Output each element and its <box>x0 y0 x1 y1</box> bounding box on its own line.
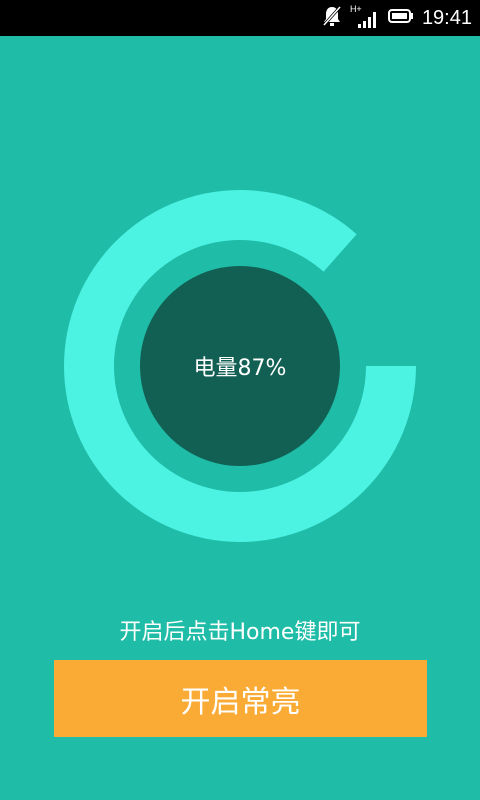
battery-icon <box>387 8 414 28</box>
hint-text: 开启后点击Home键即可 <box>119 620 361 645</box>
signal-icon: H+ <box>350 4 380 30</box>
battery-level-label: 电量87% <box>193 356 287 381</box>
enable-keep-awake-button[interactable]: 开启常亮 <box>54 660 427 737</box>
status-time: 19:41 <box>421 6 472 29</box>
notifications-muted-icon <box>322 5 342 31</box>
status-bar: H+ 19:41 <box>0 0 480 36</box>
status-icons: H+ 19:41 <box>322 0 472 36</box>
battery-gauge: 电量87% <box>0 36 480 596</box>
main-screen: 电量87% 开启后点击Home键即可 开启常亮 <box>0 36 480 800</box>
